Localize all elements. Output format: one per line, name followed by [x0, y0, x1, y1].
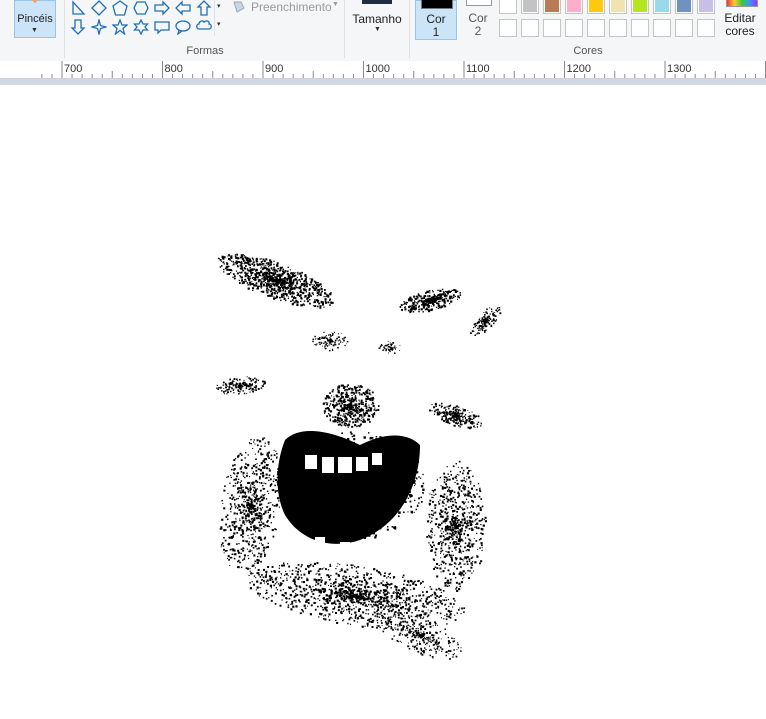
palette-color-swatch[interactable] [653, 19, 671, 37]
ruler-label: 1300 [667, 63, 692, 75]
tooth [305, 455, 317, 469]
color2-label: Cor [468, 11, 488, 25]
ruler-label: 1100 [466, 63, 490, 75]
palette-color-swatch[interactable] [587, 19, 605, 37]
palette-color-swatch[interactable] [587, 0, 605, 14]
tooth [372, 453, 382, 465]
fill-caret-icon: ▼ [332, 1, 339, 8]
cloud-callout-shape-icon[interactable] [196, 19, 212, 35]
ink-stipple [217, 253, 334, 309]
palette-color-swatch[interactable] [565, 19, 583, 37]
shapes-scroll[interactable]: ▾ ▾ [214, 0, 227, 36]
brushes-label: Pincéis [17, 13, 53, 25]
group-divider [409, 0, 410, 58]
left-arrow-shape-icon[interactable] [175, 0, 191, 16]
ink-stipple [470, 307, 502, 336]
color2-number: 2 [474, 24, 482, 38]
edit-colors-button[interactable]: Editar cores [722, 0, 762, 40]
palette-color-swatch[interactable] [697, 0, 715, 14]
size-caret-icon: ▼ [374, 26, 381, 33]
brush-icon [32, 0, 38, 3]
five-point-star-shape-icon[interactable] [112, 19, 128, 35]
group-divider [64, 0, 65, 58]
ink-stipple [426, 460, 487, 592]
four-point-star-shape-icon[interactable] [91, 19, 107, 35]
ink-stipple [216, 376, 266, 395]
palette-color-swatch[interactable] [499, 0, 517, 14]
ruler-label: 800 [164, 63, 183, 75]
ruler-label: 1200 [566, 63, 591, 75]
tooth [315, 537, 325, 545]
palette-color-swatch[interactable] [653, 0, 671, 14]
palette-color-swatch[interactable] [543, 19, 561, 37]
palette-color-swatch[interactable] [631, 0, 649, 14]
rectangle-callout-shape-icon[interactable] [154, 19, 170, 35]
up-arrow-shape-icon[interactable] [196, 0, 212, 16]
ruler-label: 700 [64, 63, 83, 75]
color1-swatch [421, 0, 453, 9]
ink-stipple [379, 612, 462, 660]
down-arrow-shape-icon[interactable] [70, 19, 86, 35]
tooth [356, 457, 368, 471]
palette-color-swatch[interactable] [609, 19, 627, 37]
six-point-star-shape-icon[interactable] [133, 19, 149, 35]
oval-callout-shape-icon[interactable] [175, 19, 191, 35]
ruler-label: 1000 [365, 63, 390, 75]
size-line-icon [362, 0, 392, 4]
expand-gallery-icon[interactable]: ▾ [217, 20, 221, 28]
color1-number: 1 [432, 25, 440, 39]
palette-color-swatch[interactable] [675, 0, 693, 14]
palette-color-swatch[interactable] [521, 19, 539, 37]
ink-stipple [378, 341, 401, 354]
brushes-button[interactable]: Pincéis ▼ [14, 0, 56, 38]
color1-label: Cor [426, 12, 446, 26]
right-arrow-shape-icon[interactable] [154, 0, 170, 16]
edit-colors-label-1: Editar [724, 11, 756, 25]
brushes-caret-icon: ▼ [31, 27, 38, 34]
palette-color-swatch[interactable] [521, 0, 539, 14]
ink-stipple [219, 437, 283, 572]
tooth [322, 457, 334, 473]
color2-button[interactable]: Cor 2 [463, 0, 493, 40]
colors-group-label: Cores [573, 45, 603, 57]
edit-colors-label-2: cores [725, 24, 755, 38]
pentagon-shape-icon[interactable] [112, 0, 128, 16]
color1-button[interactable]: Cor 1 [415, 0, 457, 40]
laughing-face-drawing [216, 253, 502, 660]
ribbon: Pincéis ▼ ▾ ▾ Preenchimento ▼ Formas Tam… [0, 0, 766, 62]
size-button[interactable]: Tamanho ▼ [350, 0, 404, 40]
palette-color-swatch[interactable] [543, 0, 561, 14]
color2-swatch [466, 0, 492, 6]
ruler-label: 900 [265, 63, 284, 75]
hexagon-shape-icon[interactable] [133, 0, 149, 16]
scroll-up-icon[interactable]: ▾ [217, 2, 221, 10]
palette-color-swatch[interactable] [499, 19, 517, 37]
palette-color-swatch[interactable] [609, 0, 627, 14]
right-triangle-shape-icon[interactable] [70, 0, 86, 16]
ink-stipple [322, 384, 380, 428]
diamond-shape-icon[interactable] [91, 0, 107, 16]
fill-bucket-icon [233, 1, 245, 13]
tooth [338, 457, 352, 473]
palette-color-swatch[interactable] [675, 19, 693, 37]
color-wheel-icon [726, 0, 758, 7]
ink-stipple [399, 288, 462, 314]
palette-color-swatch[interactable] [631, 19, 649, 37]
ink-stipple [429, 402, 482, 430]
palette-color-swatch[interactable] [565, 0, 583, 14]
horizontal-ruler: 700 800 900 1000 1100 1200 1300 [0, 61, 766, 79]
shapes-group-label: Formas [186, 45, 224, 57]
fill-label: Preenchimento [251, 0, 332, 14]
paint-canvas[interactable] [0, 85, 766, 719]
tooth [340, 542, 350, 550]
ink-stipple [248, 562, 466, 631]
ink-stipple [312, 331, 349, 352]
size-label: Tamanho [352, 12, 402, 26]
palette-color-swatch[interactable] [697, 19, 715, 37]
group-divider [344, 0, 345, 58]
